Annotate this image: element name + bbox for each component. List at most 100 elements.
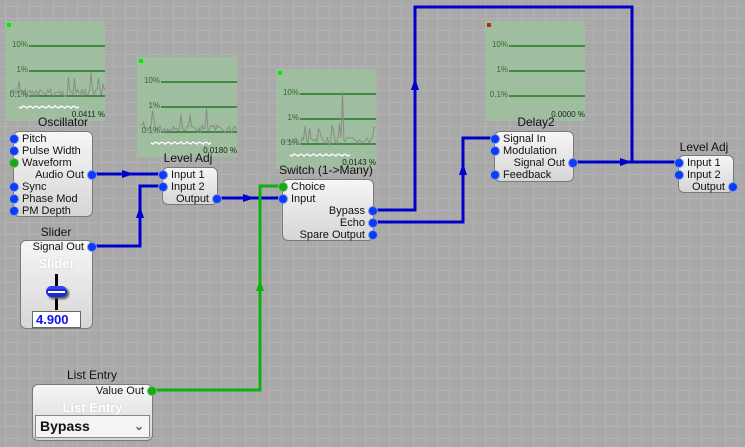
- delay2-title: Delay2: [517, 115, 555, 129]
- status-indicator: [139, 59, 143, 63]
- port-pm-depth[interactable]: PM Depth: [9, 205, 71, 217]
- port-pitch[interactable]: Pitch: [9, 133, 46, 145]
- port-value-out[interactable]: Value Out: [96, 385, 157, 397]
- wire-arrow-icon: [459, 163, 467, 175]
- port-dot[interactable]: [87, 242, 97, 252]
- port-dot[interactable]: [9, 146, 19, 156]
- port-label: Bypass: [328, 205, 365, 217]
- port-waveform[interactable]: Waveform: [9, 157, 72, 169]
- port-label: Pulse Width: [22, 145, 81, 157]
- list-entry-select[interactable]: Bypass ⌄: [35, 415, 150, 438]
- status-indicator: [487, 23, 491, 27]
- port-dot[interactable]: [9, 206, 19, 216]
- wire-slider-to-leveladj[interactable]: [96, 184, 161, 248]
- port-label: Input 1: [687, 157, 721, 169]
- slider-value-field[interactable]: 4.900: [32, 311, 81, 328]
- port-input[interactable]: Input: [278, 193, 315, 205]
- slider-knob[interactable]: [46, 286, 67, 297]
- port-dot[interactable]: [490, 146, 500, 156]
- wire-arrow-icon: [136, 206, 144, 218]
- port-input-2[interactable]: Input 2: [674, 169, 721, 181]
- port-label: Feedback: [503, 169, 552, 181]
- leveladj1-title: Level Adj: [163, 151, 213, 165]
- port-phase-mod[interactable]: Phase Mod: [9, 193, 78, 205]
- graph-scale-label: 1%: [16, 65, 28, 74]
- port-dot[interactable]: [490, 134, 500, 144]
- port-input-1[interactable]: Input 1: [158, 169, 205, 181]
- port-label: Input 2: [687, 169, 721, 181]
- port-dot[interactable]: [9, 134, 19, 144]
- port-input-2[interactable]: Input 2: [158, 181, 205, 193]
- port-choice[interactable]: Choice: [278, 181, 325, 193]
- port-label: Phase Mod: [22, 193, 78, 205]
- port-audio-out[interactable]: Audio Out: [35, 169, 97, 181]
- port-output[interactable]: Output: [176, 193, 222, 205]
- port-dot[interactable]: [368, 230, 378, 240]
- port-dot[interactable]: [9, 194, 19, 204]
- port-dot[interactable]: [9, 182, 19, 192]
- port-label: Choice: [291, 181, 326, 193]
- status-indicator: [278, 71, 282, 75]
- oscillator-node[interactable]: Pitch Pulse Width Waveform Audio Out Syn…: [9, 131, 97, 217]
- graph-scale-label: 10%: [143, 76, 160, 85]
- wire-arrow-icon: [243, 194, 255, 202]
- port-sync[interactable]: Sync: [9, 181, 46, 193]
- port-label: Signal Out: [513, 157, 565, 169]
- port-output[interactable]: Output: [692, 181, 738, 193]
- port-dot[interactable]: [212, 194, 222, 204]
- chevron-down-icon: ⌄: [133, 419, 144, 433]
- port-dot[interactable]: [368, 218, 378, 228]
- graph-scale-label: 0.1%: [9, 90, 28, 99]
- slider-node[interactable]: Signal Out Slider 4.900: [20, 240, 97, 329]
- port-dot[interactable]: [728, 182, 738, 192]
- port-dot[interactable]: [568, 158, 578, 168]
- graph-scale-label: 0.1%: [280, 138, 299, 147]
- listentry-title: List Entry: [66, 368, 118, 382]
- port-bypass[interactable]: Bypass: [329, 205, 378, 217]
- leveladj1-node[interactable]: Input 1 Input 2 Output: [158, 167, 222, 205]
- port-dot[interactable]: [278, 182, 288, 192]
- port-label: Audio Out: [35, 169, 84, 181]
- port-label: Sync: [22, 181, 47, 193]
- port-dot[interactable]: [158, 182, 168, 192]
- port-dot[interactable]: [87, 170, 97, 180]
- switch-node[interactable]: Choice Input Bypass Echo Spare Output: [278, 179, 378, 241]
- listentry-widget-label: List Entry: [62, 400, 123, 415]
- graph-scale-label: 1%: [496, 65, 508, 74]
- graph-scale-label: 1%: [148, 101, 160, 110]
- port-signal-out[interactable]: Signal Out: [514, 157, 578, 169]
- delay2-node[interactable]: Signal In Modulation Signal Out Feedback: [490, 131, 578, 182]
- port-dot[interactable]: [147, 386, 157, 396]
- selected-value: Bypass: [40, 418, 90, 434]
- port-dot[interactable]: [368, 206, 378, 216]
- port-dot[interactable]: [490, 170, 500, 180]
- switch-title: Switch (1->Many): [279, 163, 373, 177]
- port-label: Echo: [339, 217, 365, 229]
- wire-arrow-icon: [411, 78, 419, 90]
- port-dot[interactable]: [278, 194, 288, 204]
- port-feedback[interactable]: Feedback: [490, 169, 551, 181]
- wire-arrow-icon: [256, 279, 264, 291]
- port-dot[interactable]: [674, 158, 684, 168]
- port-echo[interactable]: Echo: [340, 217, 378, 229]
- port-label: Waveform: [22, 157, 72, 169]
- port-label: Value Out: [95, 385, 144, 397]
- leveladj2-node[interactable]: Input 1 Input 2 Output: [674, 155, 738, 193]
- port-label: Input 2: [171, 181, 205, 193]
- port-input-1[interactable]: Input 1: [674, 157, 721, 169]
- slider-title: Slider: [40, 225, 72, 239]
- port-pulse-width[interactable]: Pulse Width: [9, 145, 81, 157]
- port-modulation[interactable]: Modulation: [490, 145, 557, 157]
- port-label: PM Depth: [22, 205, 71, 217]
- port-signal-out[interactable]: Signal Out: [33, 241, 97, 253]
- status-indicator: [7, 23, 11, 27]
- slider-widget-label: Slider: [38, 256, 75, 271]
- port-dot[interactable]: [158, 170, 168, 180]
- port-spare-output[interactable]: Spare Output: [300, 229, 378, 241]
- port-signal-in[interactable]: Signal In: [490, 133, 546, 145]
- listentry-node[interactable]: Value Out List Entry Bypass ⌄: [32, 384, 157, 441]
- port-dot[interactable]: [9, 158, 19, 168]
- graph-scale-label: 10%: [491, 40, 508, 49]
- port-dot[interactable]: [674, 170, 684, 180]
- graph-scale-label: 10%: [11, 40, 28, 49]
